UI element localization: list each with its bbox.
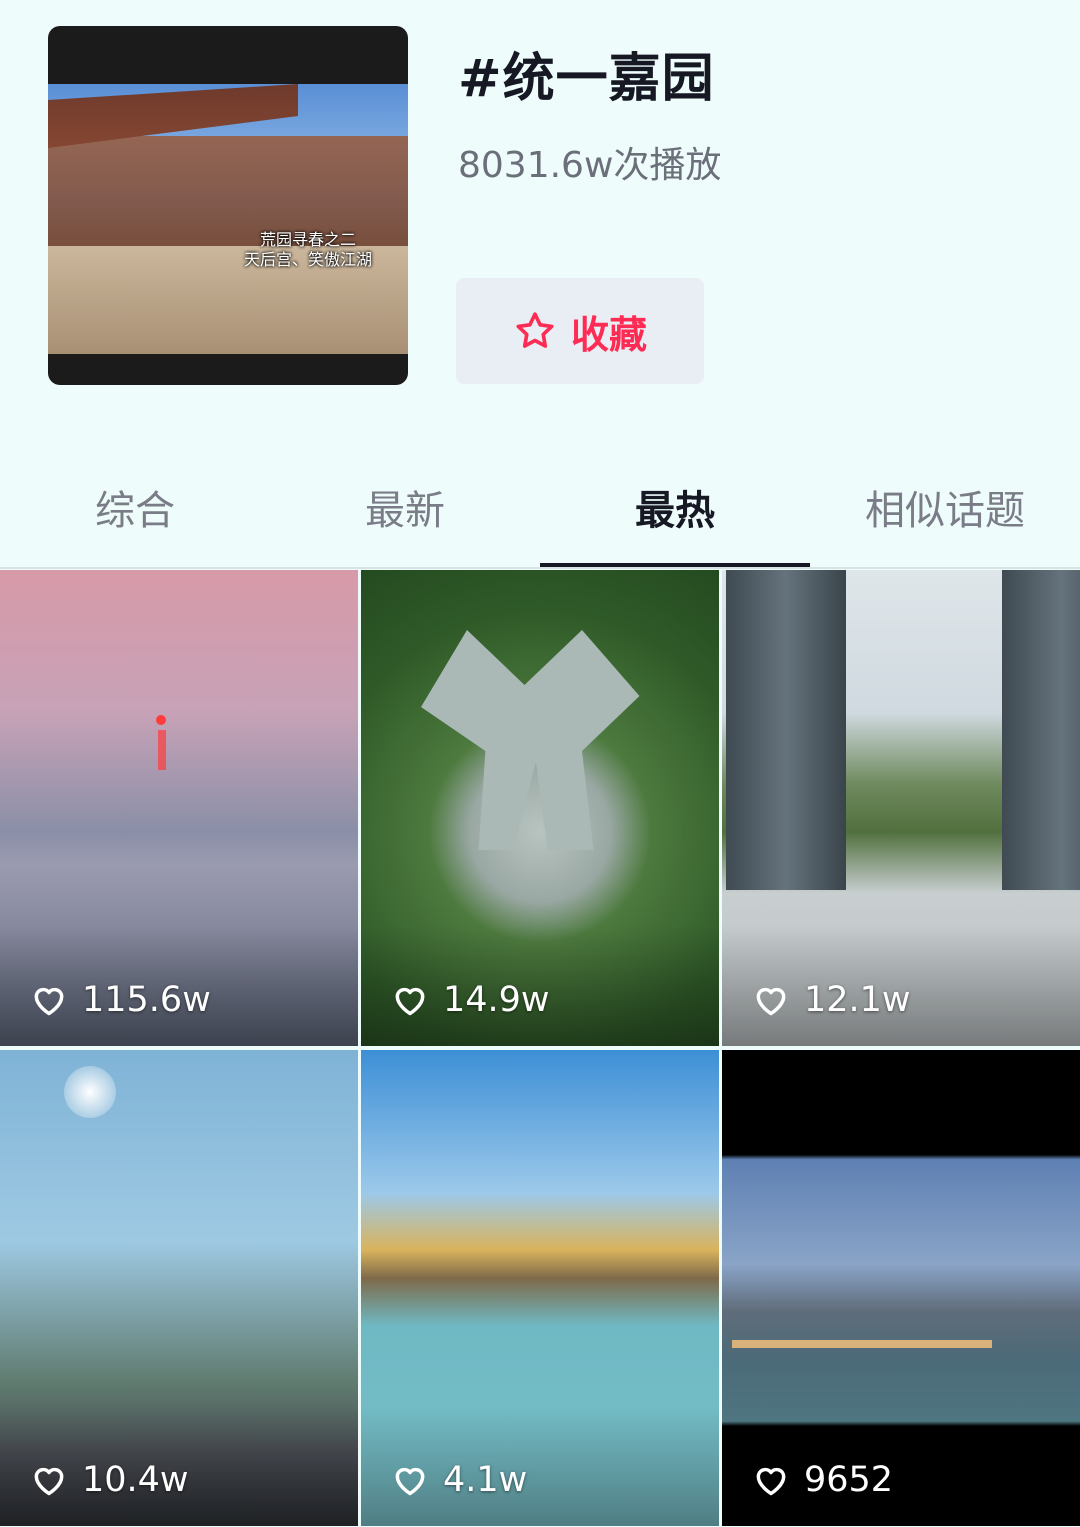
- tab-similar-topics[interactable]: 相似话题: [810, 478, 1080, 536]
- topic-header: 荒园寻春之二 天后宫、笑傲江湖 #统一嘉园 8031.6w次播放 收藏: [0, 0, 1080, 450]
- heart-outline-icon: [34, 987, 64, 1016]
- cover-caption-line2: 天后宫、笑傲江湖: [243, 250, 372, 269]
- tab-latest[interactable]: 最新: [270, 478, 540, 536]
- stone-pillar: [1002, 570, 1080, 890]
- cover-caption: 荒园寻春之二 天后宫、笑傲江湖: [238, 230, 378, 270]
- like-count: 4.1w: [391, 1460, 527, 1500]
- monument-sculpture: [421, 630, 640, 850]
- video-tile[interactable]: 10.4w: [0, 1050, 358, 1526]
- heart-outline-icon: [395, 1467, 425, 1496]
- sun-reflection: [158, 730, 166, 770]
- topic-title: #统一嘉园: [458, 49, 715, 109]
- tabs-divider: [0, 567, 1080, 569]
- tab-hottest[interactable]: 最热: [540, 478, 810, 536]
- video-tile[interactable]: 4.1w: [361, 1050, 719, 1526]
- video-tile[interactable]: 115.6w: [0, 570, 358, 1046]
- favorite-button-label: 收藏: [570, 312, 647, 357]
- like-count-value: 12.1w: [804, 980, 911, 1020]
- play-count: 8031.6w次播放: [458, 145, 722, 186]
- heart-outline-icon: [756, 987, 786, 1016]
- favorite-button[interactable]: 收藏: [456, 278, 704, 384]
- heart-outline-icon: [756, 1467, 786, 1496]
- like-count: 14.9w: [391, 980, 550, 1020]
- like-count: 115.6w: [30, 980, 211, 1020]
- video-tile[interactable]: 9652: [722, 1050, 1080, 1526]
- like-count-value: 9652: [804, 1460, 894, 1500]
- like-count-value: 10.4w: [82, 1460, 189, 1500]
- like-count-value: 115.6w: [82, 980, 211, 1020]
- stone-pillar: [726, 570, 846, 890]
- like-count-value: 4.1w: [443, 1460, 528, 1500]
- like-count-value: 14.9w: [443, 980, 550, 1020]
- star-outline-icon: [516, 312, 554, 348]
- bright-sun: [64, 1066, 116, 1118]
- tab-bar: 综合 最新 最热 相似话题: [0, 450, 1080, 568]
- cover-caption-line1: 荒园寻春之二: [259, 230, 356, 249]
- sunset-sun: [156, 715, 166, 725]
- lake-bridge: [732, 1340, 992, 1348]
- topic-cover-thumbnail[interactable]: 荒园寻春之二 天后宫、笑傲江湖: [48, 26, 408, 385]
- heart-outline-icon: [34, 1467, 64, 1496]
- heart-outline-icon: [395, 987, 425, 1016]
- video-tile[interactable]: 12.1w: [722, 570, 1080, 1046]
- like-count: 10.4w: [30, 1460, 189, 1500]
- video-grid: 115.6w 14.9w 12.1w 10.4w 4.1w 9652: [0, 570, 1080, 1527]
- video-thumbnail: [722, 1050, 1080, 1526]
- like-count: 9652: [752, 1460, 893, 1500]
- tab-comprehensive[interactable]: 综合: [0, 478, 270, 536]
- like-count: 12.1w: [752, 980, 911, 1020]
- video-tile[interactable]: 14.9w: [361, 570, 719, 1046]
